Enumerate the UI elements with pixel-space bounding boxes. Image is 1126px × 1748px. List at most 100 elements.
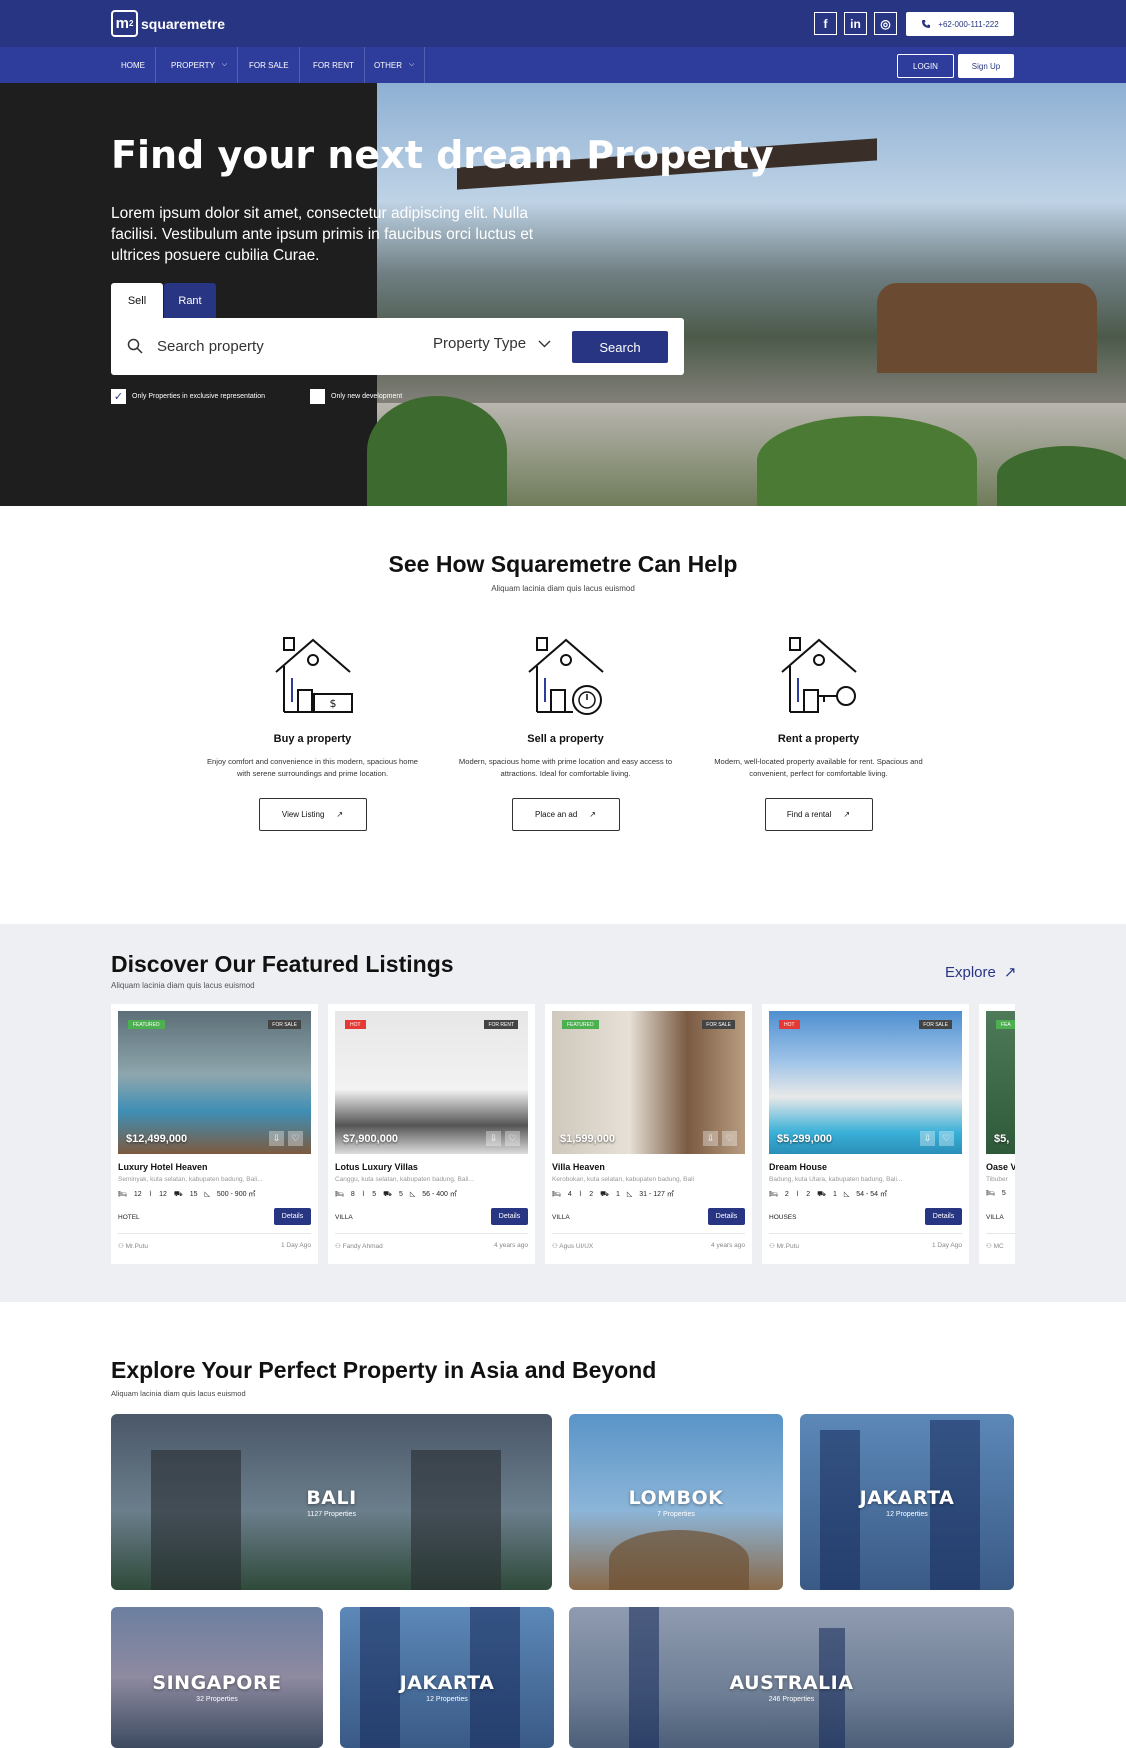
listing-baths: 12 (159, 1190, 167, 1198)
listing-image[interactable]: HOT FOR SALE $5,299,000 ⇩ ♡ (769, 1011, 962, 1154)
listing-time: 1 Day Ago (281, 1242, 311, 1249)
listing-name[interactable]: Luxury Hotel Heaven (118, 1162, 208, 1172)
city-card-australia[interactable]: AUSTRALIA 246 Properties (569, 1607, 1014, 1748)
listing-actions: ⇩ ♡ (486, 1131, 520, 1146)
find-rental-label: Find a rental (786, 810, 832, 819)
phone-button[interactable]: +62-000-111-222 (906, 12, 1014, 36)
city-count: 246 Properties (768, 1696, 815, 1703)
listing-beds: 2 (784, 1190, 789, 1198)
listing-image[interactable]: HOT FOR RENT $7,900,000 ⇩ ♡ (335, 1011, 528, 1154)
instagram-icon[interactable]: ◎ (874, 12, 897, 35)
explore-link[interactable]: Explore ↗ (945, 963, 1016, 982)
site-logo[interactable]: m2 squaremetre (111, 10, 225, 37)
nav-home-label: HOME (121, 60, 145, 70)
listing-name[interactable]: Dream House (769, 1162, 827, 1172)
search-icon (127, 338, 143, 354)
view-listing-button[interactable]: View Listing ↗ (258, 798, 367, 831)
share-icon[interactable]: ⇩ (486, 1131, 501, 1146)
listing-name[interactable]: Villa Heaven (552, 1162, 605, 1172)
login-button[interactable]: LOGIN (897, 54, 954, 78)
nav-other[interactable]: OTHER ⌵ (364, 47, 426, 83)
place-ad-button[interactable]: Place an ad ↗ (511, 798, 620, 831)
city-card-jakarta[interactable]: JAKARTA 12 Properties (800, 1414, 1014, 1590)
listing-image[interactable]: FEATURED FOR SALE $1,599,000 ⇩ ♡ (552, 1011, 745, 1154)
nav-property[interactable]: PROPERTY ⌵ (161, 47, 239, 83)
nav-for-rent[interactable]: FOR RENT (303, 47, 365, 83)
share-icon[interactable]: ⇩ (269, 1131, 284, 1146)
linkedin-icon[interactable]: in (844, 12, 867, 35)
checkbox-box (310, 389, 325, 404)
city-count: 32 Properties (196, 1696, 238, 1703)
bath-icon: ⌇ (578, 1191, 583, 1198)
bed-icon: 🛏 (986, 1190, 995, 1197)
listing-card[interactable]: FEATURED FOR SALE $1,599,000 ⇩ ♡ Villa Heaven… (545, 1004, 752, 1264)
chevron-down-icon (538, 340, 551, 347)
search-input[interactable] (157, 333, 417, 359)
listing-card[interactable]: FEA$5,⇩♡Oase VTibuber🛏5VILLA⚇ MC (979, 1004, 1015, 1264)
bed-icon: 🛏 (769, 1191, 778, 1198)
listing-image[interactable]: FEATURED FOR SALE $12,499,000 ⇩ ♡ (118, 1011, 311, 1154)
house-money-icon: $ (274, 637, 353, 713)
new-development-checkbox[interactable]: Only new development (310, 389, 402, 404)
view-listing-label: View Listing (281, 810, 325, 819)
listing-time: 4 years ago (711, 1242, 745, 1249)
help-card-title: Sell a property (527, 733, 604, 745)
signup-button[interactable]: Sign Up (958, 54, 1014, 78)
city-name: BALI (306, 1486, 357, 1509)
city-card-jakarta-tower (820, 1430, 860, 1590)
listing-card[interactable]: HOT FOR SALE $5,299,000 ⇩ ♡ Dream House Badung… (762, 1004, 969, 1264)
find-rental-button[interactable]: Find a rental ↗ (764, 798, 873, 831)
city-card-jakarta-tower (360, 1607, 400, 1748)
details-button[interactable]: Details (491, 1208, 528, 1225)
house-key-icon (780, 637, 857, 713)
heart-icon[interactable]: ♡ (505, 1131, 520, 1146)
heart-icon[interactable]: ♡ (288, 1131, 303, 1146)
listing-badge: HOT (345, 1020, 366, 1029)
exclusive-checkbox-label: Only Properties in exclusive representat… (132, 393, 266, 400)
place-ad-label: Place an ad (535, 810, 578, 819)
exclusive-checkbox[interactable]: ✓ Only Properties in exclusive represent… (111, 389, 265, 404)
search-button[interactable]: Search (572, 331, 668, 363)
listing-card[interactable]: HOT FOR RENT $7,900,000 ⇩ ♡ Lotus Luxury Vill… (328, 1004, 535, 1264)
listing-image[interactable]: FEA$5,⇩♡ (986, 1011, 1015, 1154)
city-card-bali[interactable]: BALI 1127 Properties (111, 1414, 552, 1590)
listing-location: Tibuber (986, 1176, 1008, 1183)
listing-card[interactable]: FEATURED FOR SALE $12,499,000 ⇩ ♡ Luxury Hote… (111, 1004, 318, 1264)
bed-icon: 🛏 (552, 1191, 561, 1198)
listing-status-badge: FOR RENT (484, 1020, 518, 1029)
listing-type: VILLA (986, 1214, 1004, 1221)
city-count: 1127 Properties (307, 1510, 356, 1518)
city-card-jakarta-2[interactable]: JAKARTA 12 Properties (340, 1607, 554, 1748)
share-icon[interactable]: ⇩ (703, 1131, 718, 1146)
featured-title: Discover Our Featured Listings (111, 951, 454, 977)
nav-for-sale[interactable]: FOR SALE (239, 47, 300, 83)
details-button[interactable]: Details (925, 1208, 962, 1225)
nav-home[interactable]: HOME (111, 47, 156, 83)
details-button[interactable]: Details (708, 1208, 745, 1225)
area-icon: ◺ (409, 1191, 416, 1198)
new-development-checkbox-label: Only new development (331, 393, 403, 400)
car-icon: ⛟ (600, 1190, 609, 1198)
tab-rant[interactable]: Rant (164, 283, 216, 319)
bed-icon: 🛏 (118, 1191, 127, 1198)
tab-sell[interactable]: Sell (111, 283, 163, 319)
property-type-select[interactable]: Property Type (433, 335, 551, 352)
facebook-icon[interactable]: f (814, 12, 837, 35)
listing-carousel: FEATURED FOR SALE $12,499,000 ⇩ ♡ Luxury Hote… (111, 1004, 1015, 1264)
listing-agent: ⚇ MC (986, 1242, 1004, 1250)
listing-name[interactable]: Oase V (986, 1162, 1015, 1172)
heart-icon[interactable]: ♡ (939, 1131, 954, 1146)
city-card-lombok[interactable]: LOMBOK 7 Properties (569, 1414, 783, 1590)
listing-name[interactable]: Lotus Luxury Villas (335, 1162, 418, 1172)
city-card-singapore[interactable]: SINGAPORE 32 Properties (111, 1607, 323, 1748)
city-name: SINGAPORE (152, 1672, 282, 1694)
user-icon: ⚇ (335, 1243, 343, 1250)
explore-title: Explore Your Perfect Property in Asia an… (111, 1357, 657, 1383)
car-icon: ⛟ (173, 1190, 183, 1198)
share-icon[interactable]: ⇩ (920, 1131, 935, 1146)
heart-icon[interactable]: ♡ (722, 1131, 737, 1146)
nav-property-label: PROPERTY (171, 60, 215, 70)
city-count: 12 Properties (426, 1696, 468, 1703)
listing-status-badge: FOR SALE (702, 1020, 735, 1029)
details-button[interactable]: Details (274, 1208, 311, 1225)
